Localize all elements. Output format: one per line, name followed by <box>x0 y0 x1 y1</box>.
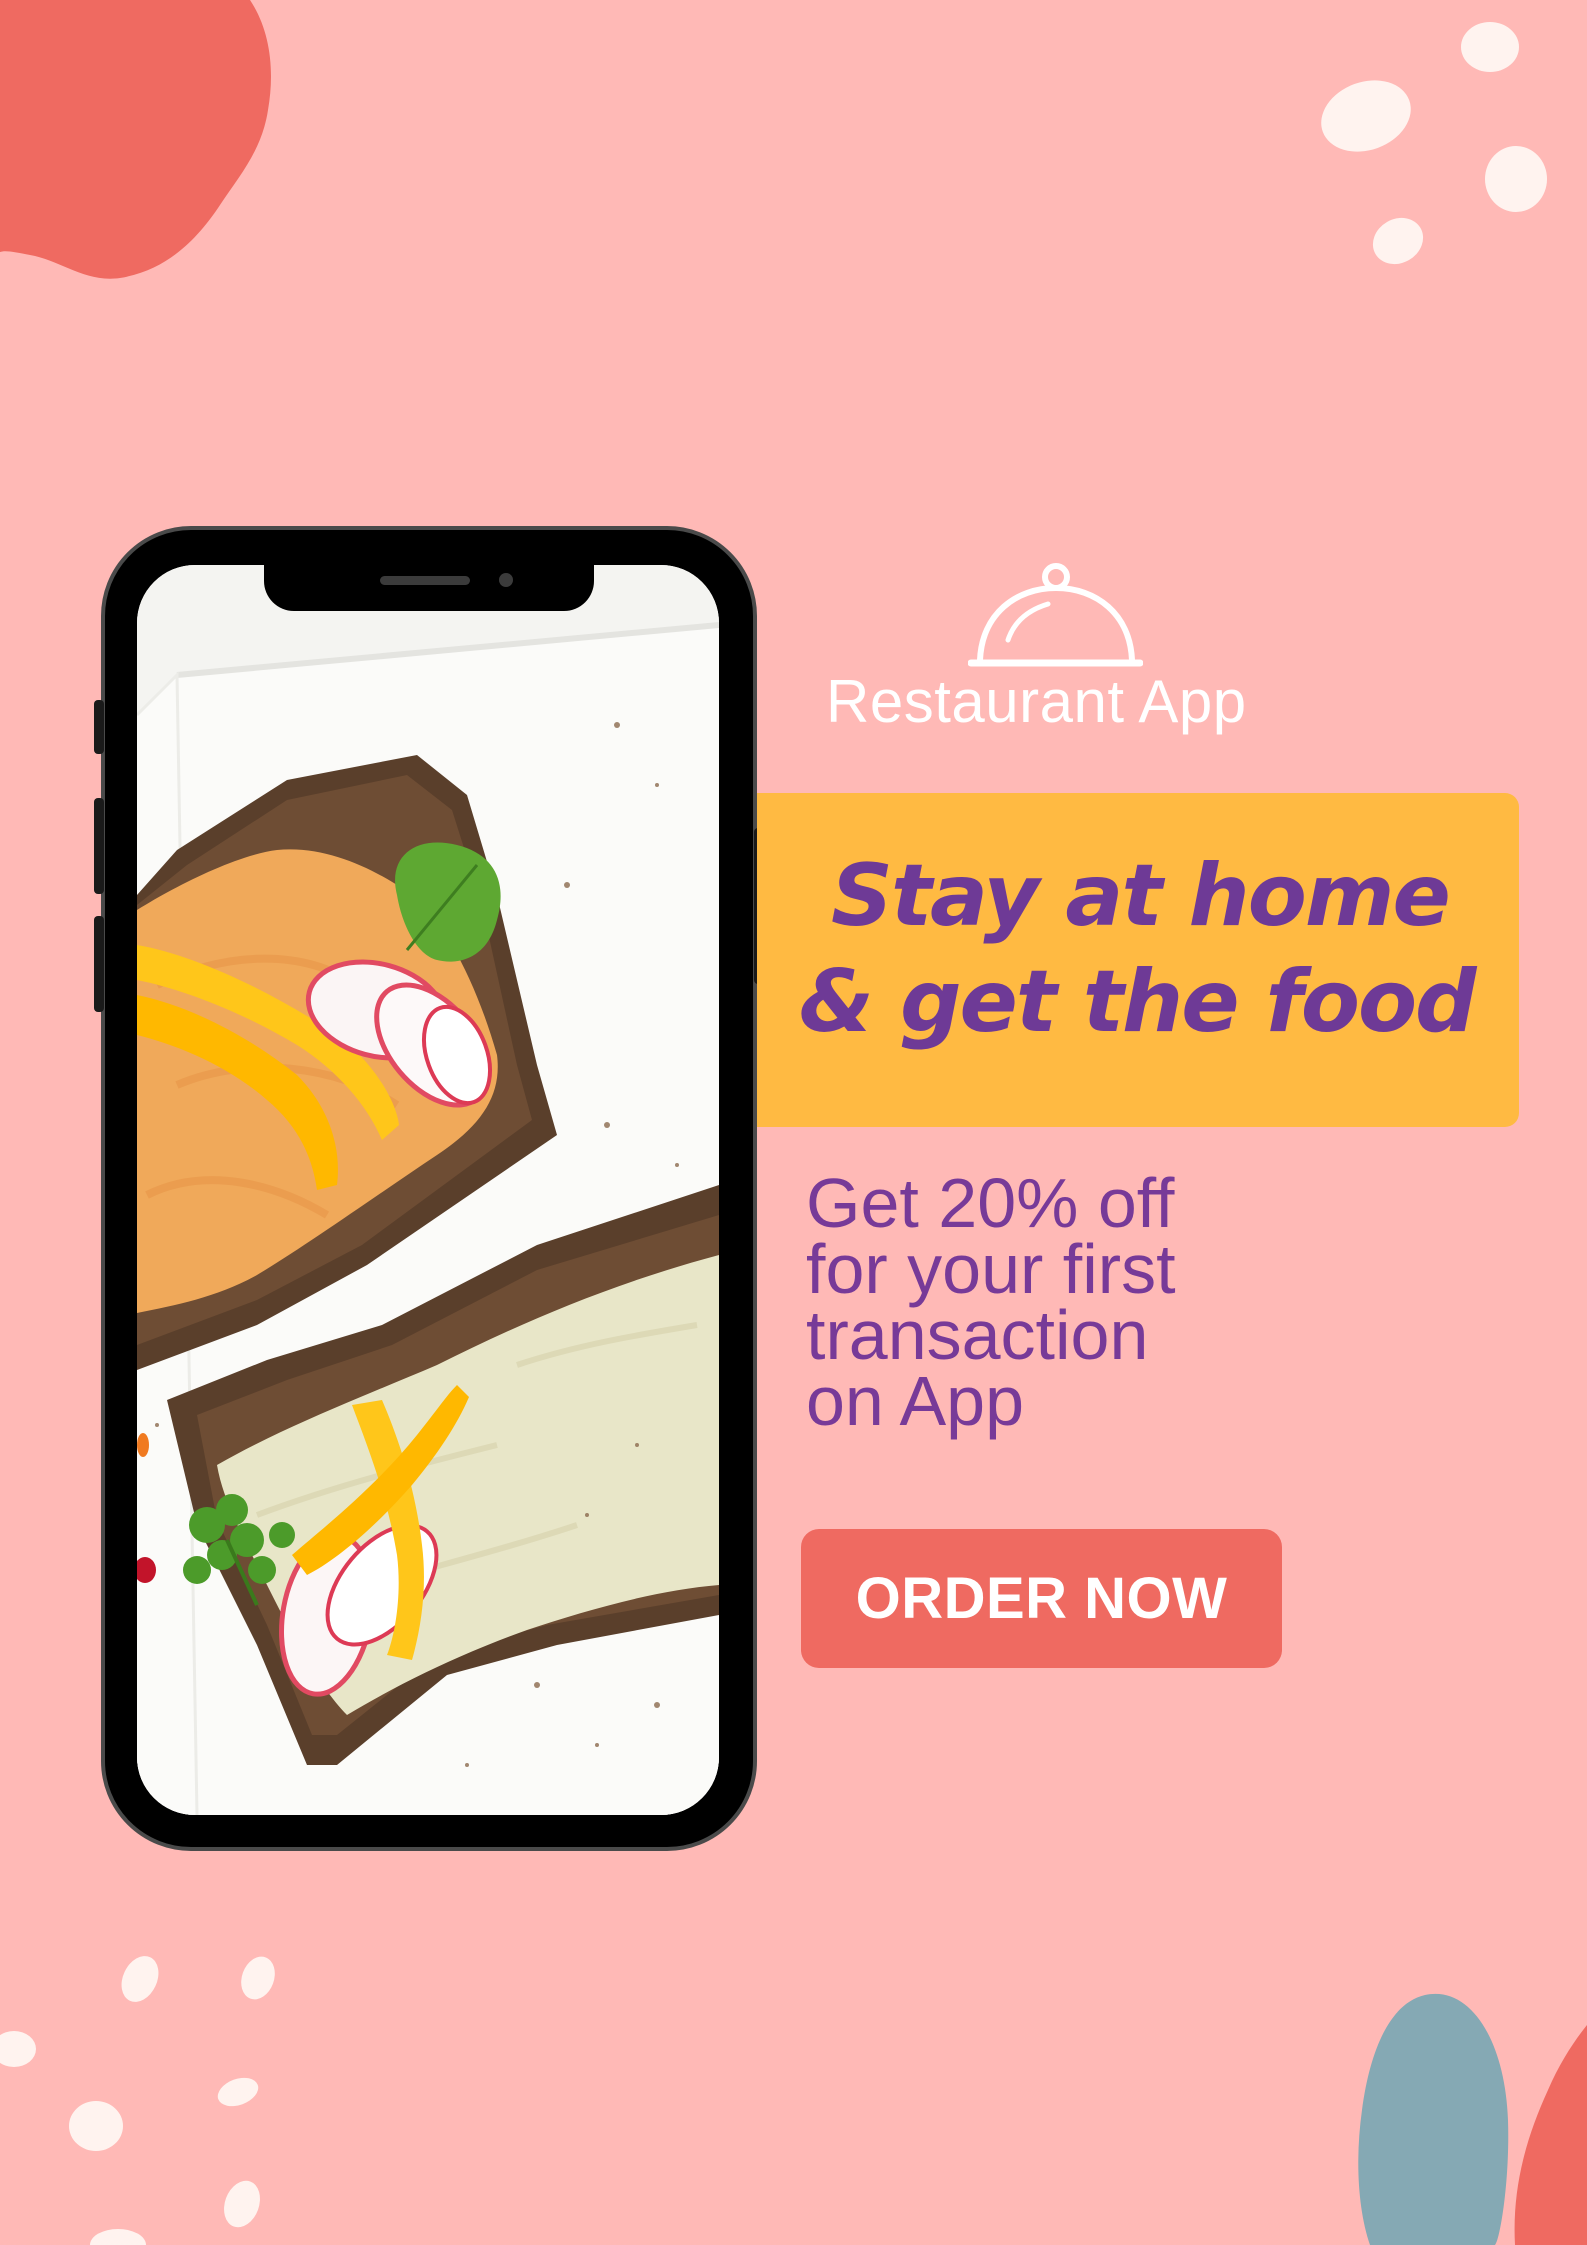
headline-line-2: & get the food <box>799 952 1477 1052</box>
offer-line: on App <box>806 1362 1024 1440</box>
white-dot <box>224 2180 260 2228</box>
coral-blob-bottom-right <box>1514 2025 1587 2245</box>
cloche-icon <box>968 563 1143 667</box>
white-dot <box>0 2031 36 2067</box>
white-dot <box>1461 22 1519 72</box>
food-photo <box>137 565 719 1815</box>
phone-notch <box>264 565 594 611</box>
phone-screen <box>137 565 719 1815</box>
phone-side-button <box>94 916 104 1012</box>
white-dot <box>217 2077 259 2107</box>
white-dot <box>69 2101 123 2151</box>
offer-line: Get 20% off <box>806 1164 1175 1242</box>
white-dot <box>121 1956 159 2002</box>
brand-name: Restaurant App <box>826 668 1247 735</box>
white-dot <box>241 1956 275 2000</box>
white-dot <box>90 2229 146 2245</box>
white-dot <box>1485 146 1547 212</box>
teal-blob <box>1358 1993 1509 2245</box>
offer-text: Get 20% off for your first transaction o… <box>806 1164 1286 1440</box>
headline-banner: Stay at home & get the food <box>757 793 1519 1127</box>
headline-line-1: Stay at home <box>831 846 1451 946</box>
phone-side-button <box>94 798 104 894</box>
offer-line: for your first <box>806 1230 1176 1308</box>
white-dot <box>1321 80 1411 152</box>
coral-blob-top-left <box>0 0 271 279</box>
phone-speaker <box>380 576 470 585</box>
headline: Stay at home & get the food <box>799 843 1519 1055</box>
offer-line: transaction <box>806 1296 1149 1374</box>
phone-camera <box>499 573 513 587</box>
phone-side-button <box>94 700 104 754</box>
order-now-button[interactable]: ORDER NOW <box>801 1529 1282 1668</box>
white-dot <box>1372 217 1424 265</box>
